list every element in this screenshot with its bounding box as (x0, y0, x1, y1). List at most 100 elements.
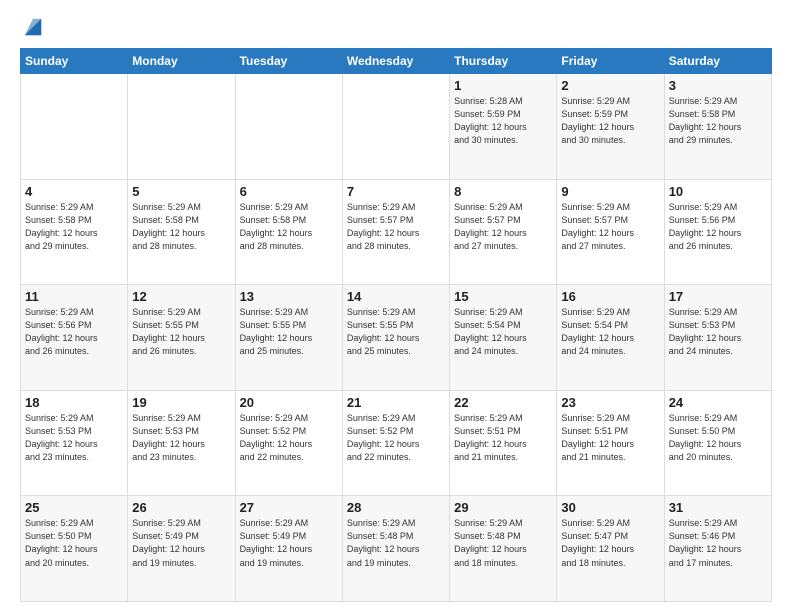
calendar-cell: 9Sunrise: 5:29 AM Sunset: 5:57 PM Daylig… (557, 179, 664, 285)
day-info: Sunrise: 5:29 AM Sunset: 5:49 PM Dayligh… (132, 517, 230, 569)
calendar-cell: 15 Sunrise: 5:29 AM Sunset: 5:54 PM Dayli… (450, 285, 557, 391)
day-number: 17 (669, 289, 767, 304)
day-number: 29 (454, 500, 552, 515)
calendar-cell: 14 Sunrise: 5:29 AM Sunset: 5:55 PM Dayli… (342, 285, 449, 391)
day-number: 18 (25, 395, 123, 410)
day-info: Sunrise: 5:29 AM Sunset: 5:54 PM Dayligh… (454, 306, 552, 358)
day-info: Sunrise: 5:29 AM Sunset: 5:58 PM Dayligh… (240, 201, 338, 253)
calendar-cell: 16Sunrise: 5:29 AM Sunset: 5:54 PM Dayli… (557, 285, 664, 391)
day-number: 4 (25, 184, 123, 199)
calendar-header: SundayMondayTuesdayWednesdayThursdayFrid… (21, 49, 772, 74)
day-info: Sunrise: 5:29 AM Sunset: 5:48 PM Dayligh… (347, 517, 445, 569)
day-number: 20 (240, 395, 338, 410)
calendar-cell: 2 Sunrise: 5:29 AM Sunset: 5:59 PM Daylig… (557, 74, 664, 180)
day-info: Sunrise: 5:29 AM Sunset: 5:53 PM Dayligh… (669, 306, 767, 358)
day-number: 7 (347, 184, 445, 199)
calendar-cell (21, 74, 128, 180)
calendar-cell: 12 Sunrise: 5:29 AM Sunset: 5:55 PM Dayli… (128, 285, 235, 391)
day-info: Sunrise: 5:29 AM Sunset: 5:50 PM Dayligh… (669, 412, 767, 464)
day-info: Sunrise: 5:29 AM Sunset: 5:57 PM Dayligh… (347, 201, 445, 253)
day-number: 30 (561, 500, 659, 515)
day-number: 23 (561, 395, 659, 410)
day-info: Sunrise: 5:29 AM Sunset: 5:53 PM Dayligh… (25, 412, 123, 464)
day-number: 25 (25, 500, 123, 515)
weekday-header-tuesday: Tuesday (235, 49, 342, 74)
day-info: Sunrise: 5:29 AM Sunset: 5:50 PM Dayligh… (25, 517, 123, 569)
day-info: Sunrise: 5:29 AM Sunset: 5:58 PM Dayligh… (132, 201, 230, 253)
weekday-header-wednesday: Wednesday (342, 49, 449, 74)
calendar-cell (342, 74, 449, 180)
calendar-cell: 10 Sunrise: 5:29 AM Sunset: 5:56 PM Dayli… (664, 179, 771, 285)
calendar-cell: 30 Sunrise: 5:29 AM Sunset: 5:47 PM Dayli… (557, 496, 664, 602)
calendar-cell: 25 Sunrise: 5:29 AM Sunset: 5:50 PM Dayli… (21, 496, 128, 602)
calendar-week-4: 18 Sunrise: 5:29 AM Sunset: 5:53 PM Dayli… (21, 390, 772, 496)
calendar-cell: 8Sunrise: 5:29 AM Sunset: 5:57 PM Daylig… (450, 179, 557, 285)
calendar-table: SundayMondayTuesdayWednesdayThursdayFrid… (20, 48, 772, 602)
calendar-cell: 29 Sunrise: 5:29 AM Sunset: 5:48 PM Dayli… (450, 496, 557, 602)
day-info: Sunrise: 5:29 AM Sunset: 5:58 PM Dayligh… (669, 95, 767, 147)
day-number: 19 (132, 395, 230, 410)
day-info: Sunrise: 5:29 AM Sunset: 5:56 PM Dayligh… (25, 306, 123, 358)
day-info: Sunrise: 5:29 AM Sunset: 5:57 PM Dayligh… (454, 201, 552, 253)
weekday-header-friday: Friday (557, 49, 664, 74)
day-number: 10 (669, 184, 767, 199)
calendar-week-5: 25 Sunrise: 5:29 AM Sunset: 5:50 PM Dayli… (21, 496, 772, 602)
day-number: 15 (454, 289, 552, 304)
day-info: Sunrise: 5:29 AM Sunset: 5:55 PM Dayligh… (240, 306, 338, 358)
day-info: Sunrise: 5:29 AM Sunset: 5:57 PM Dayligh… (561, 201, 659, 253)
day-number: 1 (454, 78, 552, 93)
day-number: 14 (347, 289, 445, 304)
day-number: 11 (25, 289, 123, 304)
calendar-cell: 21Sunrise: 5:29 AM Sunset: 5:52 PM Dayli… (342, 390, 449, 496)
calendar-cell (128, 74, 235, 180)
day-info: Sunrise: 5:29 AM Sunset: 5:46 PM Dayligh… (669, 517, 767, 569)
weekday-header-sunday: Sunday (21, 49, 128, 74)
calendar-week-1: 1 Sunrise: 5:28 AM Sunset: 5:59 PM Daylig… (21, 74, 772, 180)
calendar-cell: 28 Sunrise: 5:29 AM Sunset: 5:48 PM Dayli… (342, 496, 449, 602)
day-number: 13 (240, 289, 338, 304)
calendar-cell: 6 Sunrise: 5:29 AM Sunset: 5:58 PM Daylig… (235, 179, 342, 285)
day-info: Sunrise: 5:29 AM Sunset: 5:48 PM Dayligh… (454, 517, 552, 569)
day-number: 3 (669, 78, 767, 93)
day-number: 2 (561, 78, 659, 93)
day-info: Sunrise: 5:29 AM Sunset: 5:55 PM Dayligh… (347, 306, 445, 358)
day-number: 24 (669, 395, 767, 410)
header (20, 16, 772, 38)
logo (20, 20, 44, 38)
weekday-header-monday: Monday (128, 49, 235, 74)
day-info: Sunrise: 5:29 AM Sunset: 5:56 PM Dayligh… (669, 201, 767, 253)
day-info: Sunrise: 5:29 AM Sunset: 5:55 PM Dayligh… (132, 306, 230, 358)
calendar-cell: 17 Sunrise: 5:29 AM Sunset: 5:53 PM Dayli… (664, 285, 771, 391)
calendar-cell: 19 Sunrise: 5:29 AM Sunset: 5:53 PM Dayli… (128, 390, 235, 496)
calendar-cell: 18 Sunrise: 5:29 AM Sunset: 5:53 PM Dayli… (21, 390, 128, 496)
day-number: 6 (240, 184, 338, 199)
calendar-cell: 23 Sunrise: 5:29 AM Sunset: 5:51 PM Dayli… (557, 390, 664, 496)
logo-icon (22, 16, 44, 38)
day-number: 21 (347, 395, 445, 410)
calendar-cell: 3 Sunrise: 5:29 AM Sunset: 5:58 PM Daylig… (664, 74, 771, 180)
calendar-cell: 1 Sunrise: 5:28 AM Sunset: 5:59 PM Daylig… (450, 74, 557, 180)
page: SundayMondayTuesdayWednesdayThursdayFrid… (0, 0, 792, 612)
day-info: Sunrise: 5:29 AM Sunset: 5:53 PM Dayligh… (132, 412, 230, 464)
calendar-cell (235, 74, 342, 180)
day-number: 12 (132, 289, 230, 304)
weekday-header-saturday: Saturday (664, 49, 771, 74)
day-info: Sunrise: 5:29 AM Sunset: 5:58 PM Dayligh… (25, 201, 123, 253)
calendar-week-2: 4 Sunrise: 5:29 AM Sunset: 5:58 PM Daylig… (21, 179, 772, 285)
day-info: Sunrise: 5:29 AM Sunset: 5:47 PM Dayligh… (561, 517, 659, 569)
calendar-body: 1 Sunrise: 5:28 AM Sunset: 5:59 PM Daylig… (21, 74, 772, 602)
day-info: Sunrise: 5:29 AM Sunset: 5:49 PM Dayligh… (240, 517, 338, 569)
calendar-cell: 26Sunrise: 5:29 AM Sunset: 5:49 PM Dayli… (128, 496, 235, 602)
day-number: 16 (561, 289, 659, 304)
day-number: 28 (347, 500, 445, 515)
calendar-cell: 13 Sunrise: 5:29 AM Sunset: 5:55 PM Dayli… (235, 285, 342, 391)
calendar-cell: 24 Sunrise: 5:29 AM Sunset: 5:50 PM Dayli… (664, 390, 771, 496)
day-number: 27 (240, 500, 338, 515)
calendar-cell: 27 Sunrise: 5:29 AM Sunset: 5:49 PM Dayli… (235, 496, 342, 602)
day-info: Sunrise: 5:28 AM Sunset: 5:59 PM Dayligh… (454, 95, 552, 147)
day-info: Sunrise: 5:29 AM Sunset: 5:51 PM Dayligh… (561, 412, 659, 464)
day-info: Sunrise: 5:29 AM Sunset: 5:52 PM Dayligh… (240, 412, 338, 464)
day-number: 31 (669, 500, 767, 515)
calendar-cell: 4 Sunrise: 5:29 AM Sunset: 5:58 PM Daylig… (21, 179, 128, 285)
day-info: Sunrise: 5:29 AM Sunset: 5:59 PM Dayligh… (561, 95, 659, 147)
